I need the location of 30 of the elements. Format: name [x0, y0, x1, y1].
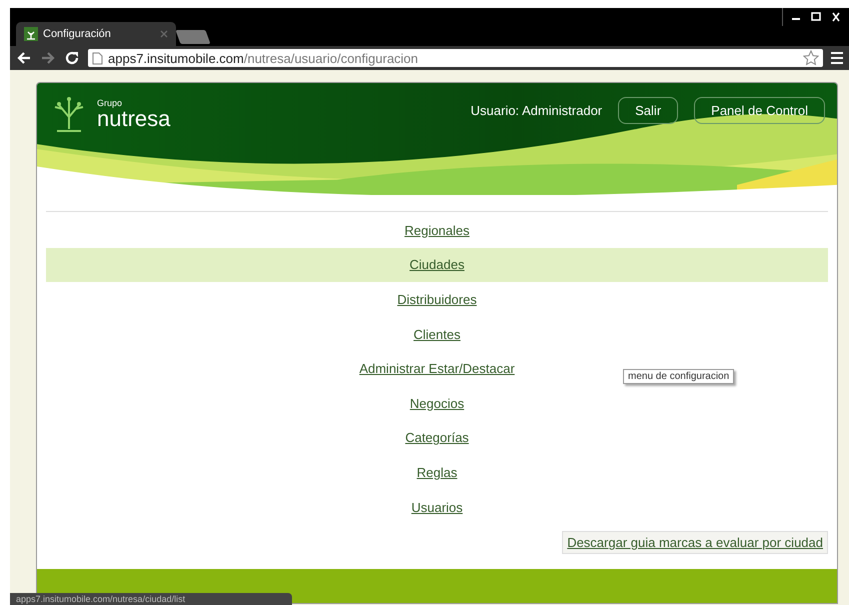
- star-icon[interactable]: [803, 50, 819, 66]
- forward-icon[interactable]: [40, 50, 56, 66]
- header-button[interactable]: Panel de Control: [694, 97, 825, 124]
- tab-title: Configuración: [43, 28, 111, 40]
- url-text: apps7.insitumobile.com/nutresa/usuario/configuracion: [108, 50, 418, 66]
- menu-link[interactable]: Reglas: [416, 464, 458, 480]
- maximize-icon[interactable]: [809, 10, 823, 24]
- menu-link[interactable]: Clientes: [414, 326, 460, 342]
- menu-link[interactable]: Usuarios: [411, 500, 463, 515]
- tooltip: menu de configuracion: [623, 369, 734, 384]
- reload-icon[interactable]: [64, 50, 80, 66]
- menu-link[interactable]: Regionales: [404, 222, 470, 238]
- browser-tab[interactable]: Configuración: [16, 22, 176, 46]
- menu-link[interactable]: Categorías: [405, 430, 469, 446]
- user-label: Usuario: Administrador: [470, 103, 602, 118]
- menu-link[interactable]: Distribuidores: [397, 292, 477, 307]
- logo-text: nutresa: [97, 108, 170, 130]
- menu-icon[interactable]: [831, 51, 843, 65]
- status-url: apps7.insitumobile.com/nutresa/ciudad/list: [10, 593, 292, 605]
- address-bar[interactable]: apps7.insitumobile.com/nutresa/usuario/configuracion: [88, 49, 823, 67]
- tree-icon: [24, 27, 38, 41]
- menu-link[interactable]: Administrar Estar/Destacar: [359, 361, 515, 376]
- download-link[interactable]: Descargar guia marcas a evaluar por ciudad: [562, 531, 828, 554]
- logo-text: Grupo: [97, 98, 124, 108]
- menu-link[interactable]: Ciudades: [410, 257, 464, 272]
- new-tab-button[interactable]: [175, 30, 211, 44]
- header-button[interactable]: Salir: [618, 97, 678, 124]
- menu-link[interactable]: Negocios: [410, 396, 464, 411]
- back-icon[interactable]: [16, 50, 32, 66]
- page-icon: [92, 52, 103, 64]
